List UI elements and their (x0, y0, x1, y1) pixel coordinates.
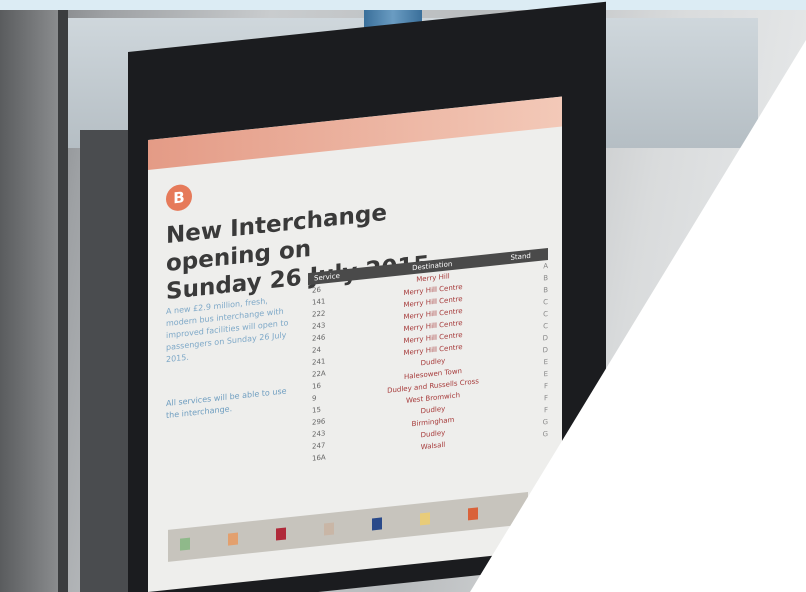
light-blue-top-strip (0, 0, 806, 10)
bus-logo-icon: B (166, 183, 192, 213)
door-frame (58, 10, 68, 592)
left-wall (0, 10, 58, 592)
services-table: Service Destination Stand 26 Merry Hill A 1… (308, 247, 548, 465)
services-table-body: 26 Merry Hill A 141 Merry Hill Centre B 222 Mer… (308, 260, 548, 465)
interchange-poster: B New Interchange opening on Sunday 26 J… (148, 96, 562, 592)
poster-outro-text: All services will be able to use the int… (166, 386, 287, 421)
legend-swatch (180, 537, 190, 551)
photo-scene: B New Interchange opening on Sunday 26 J… (0, 0, 806, 592)
poster-intro-text: A new £2.9 million, fresh, modern bus in… (166, 296, 289, 365)
legend-swatch (228, 532, 238, 546)
legend-swatch (468, 507, 478, 521)
legend-swatch (372, 517, 382, 531)
legend-swatch (276, 527, 286, 541)
route-map-legend-strip (168, 492, 528, 562)
legend-swatch (420, 512, 430, 526)
legend-swatch (324, 522, 334, 536)
